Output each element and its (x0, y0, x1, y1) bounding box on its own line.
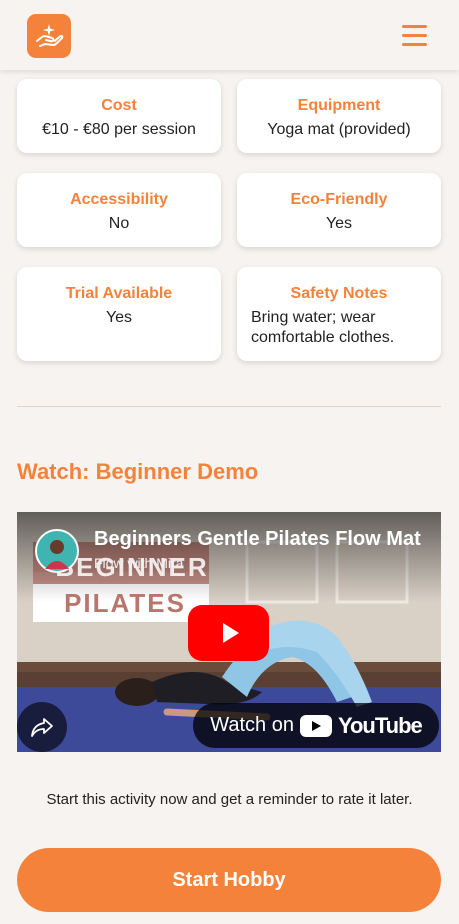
equipment-value: Yoga mat (provided) (267, 121, 411, 138)
play-icon[interactable] (188, 605, 269, 661)
youtube-wordmark: YouTube (337, 712, 423, 738)
eco-friendly-value: Yes (325, 215, 353, 232)
video-section-title: Watch: Beginner Demo (17, 459, 259, 484)
eco-friendly-label: Eco-Friendly (290, 191, 388, 208)
safety-notes-card: Safety Notes Bring water; wear comfortab… (237, 267, 441, 361)
accessibility-label: Accessibility (70, 191, 168, 208)
safety-notes-value: Bring water; wear comfortable clothes. (251, 309, 395, 346)
youtube-logo-icon (299, 714, 332, 737)
hand-sparkle-icon[interactable] (27, 14, 71, 58)
accessibility-card: Accessibility No (17, 173, 221, 247)
equipment-card: Equipment Yoga mat (provided) (237, 79, 441, 153)
equipment-label: Equipment (297, 97, 381, 114)
hamburger-menu-icon[interactable] (402, 25, 427, 47)
video-title[interactable]: Beginners Gentle Pilates Flow Mat (94, 528, 434, 551)
start-caption: Start this activity now and get a remind… (46, 791, 413, 808)
watch-on-label: Watch on (210, 714, 294, 736)
avatar-person-icon (45, 540, 69, 569)
youtube-video-embed[interactable]: BEGINNER PILATES Beginners Gentle Pilate… (17, 512, 441, 752)
channel-avatar[interactable] (35, 529, 79, 573)
channel-name[interactable]: Flow with Mira (94, 555, 183, 571)
section-divider (17, 406, 441, 407)
watch-on-youtube-button[interactable]: Watch on YouTube (193, 703, 439, 748)
thumbnail-text-bottom: PILATES (64, 588, 186, 618)
share-icon[interactable] (22, 707, 62, 747)
eco-friendly-card: Eco-Friendly Yes (237, 173, 441, 247)
cost-value: €10 - €80 per session (42, 121, 196, 138)
trial-available-card: Trial Available Yes (17, 267, 221, 361)
cost-label: Cost (101, 97, 137, 114)
top-bar (0, 0, 459, 70)
trial-available-value: Yes (105, 309, 133, 326)
start-hobby-button[interactable]: Start Hobby (17, 848, 441, 912)
trial-available-label: Trial Available (65, 285, 173, 302)
safety-notes-label: Safety Notes (290, 285, 388, 302)
accessibility-value: No (108, 215, 130, 232)
cost-card: Cost €10 - €80 per session (17, 79, 221, 153)
